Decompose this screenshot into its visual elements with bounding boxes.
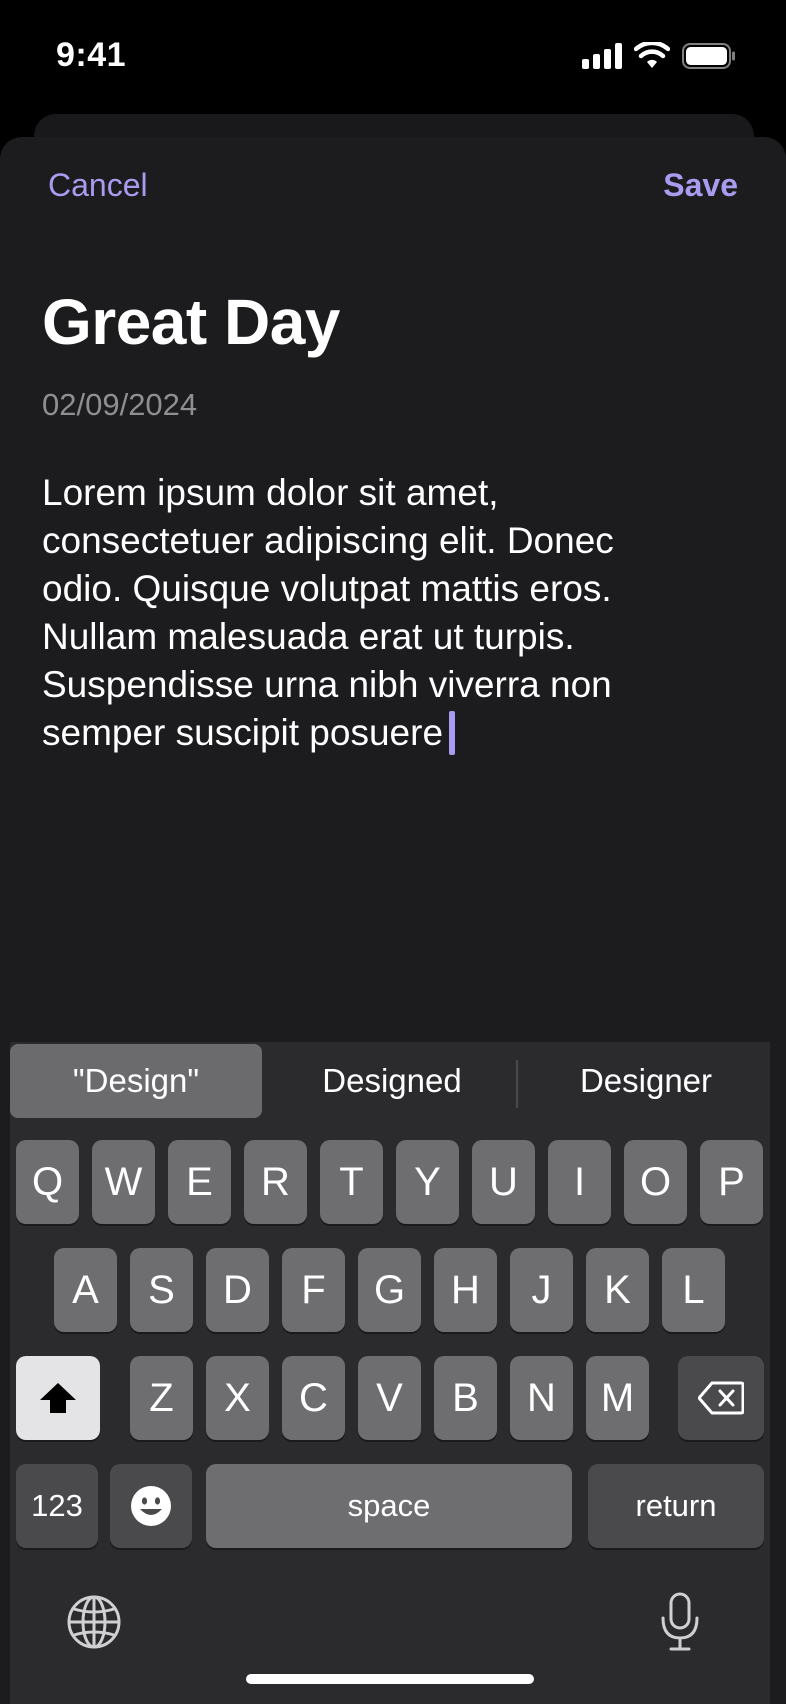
key-p[interactable]: P [700, 1140, 763, 1224]
key-r[interactable]: R [244, 1140, 307, 1224]
body-line-last: semper suscipit posuere [42, 709, 742, 757]
key-h[interactable]: H [434, 1248, 497, 1332]
body-line: Lorem ipsum dolor sit amet, [42, 472, 499, 513]
suggestion-divider [516, 1060, 518, 1108]
shift-icon [40, 1383, 76, 1413]
key-w[interactable]: W [92, 1140, 155, 1224]
wifi-icon [634, 42, 670, 68]
globe-icon[interactable] [66, 1594, 122, 1650]
key-c[interactable]: C [282, 1356, 345, 1440]
body-line: odio. Quisque volutpat mattis eros. [42, 568, 612, 609]
suggestion-designed[interactable]: Designed [272, 1044, 512, 1118]
key-i[interactable]: I [548, 1140, 611, 1224]
status-time: 9:41 [56, 36, 127, 74]
key-y[interactable]: Y [396, 1140, 459, 1224]
backspace-key[interactable] [678, 1356, 764, 1440]
key-l[interactable]: L [662, 1248, 725, 1332]
save-button[interactable]: Save [663, 167, 738, 204]
battery-icon [682, 43, 735, 69]
key-t[interactable]: T [320, 1140, 383, 1224]
return-key[interactable]: return [588, 1464, 764, 1548]
suggestion-bar: "Design" Designed Designer [10, 1042, 770, 1120]
suggestion-design[interactable]: "Design" [10, 1044, 262, 1118]
key-s[interactable]: S [130, 1248, 193, 1332]
shift-key[interactable] [16, 1356, 100, 1440]
numbers-key[interactable]: 123 [16, 1464, 98, 1548]
backspace-icon [698, 1381, 744, 1415]
status-icons [582, 42, 736, 70]
body-line: consectetuer adipiscing elit. Donec [42, 520, 614, 561]
keyboard: "Design" Designed Designer Q W E R T Y U… [10, 1042, 770, 1704]
microphone-icon[interactable] [660, 1592, 700, 1652]
key-n[interactable]: N [510, 1356, 573, 1440]
status-bar: 9:41 [0, 0, 786, 110]
key-v[interactable]: V [358, 1356, 421, 1440]
key-z[interactable]: Z [130, 1356, 193, 1440]
key-j[interactable]: J [510, 1248, 573, 1332]
key-g[interactable]: G [358, 1248, 421, 1332]
key-o[interactable]: O [624, 1140, 687, 1224]
key-a[interactable]: A [54, 1248, 117, 1332]
space-key[interactable]: space [206, 1464, 572, 1548]
key-e[interactable]: E [168, 1140, 231, 1224]
body-line: semper suscipit posuere [42, 712, 444, 753]
key-x[interactable]: X [206, 1356, 269, 1440]
cancel-button[interactable]: Cancel [48, 167, 148, 204]
body-line: Suspendisse urna nibh viverra non [42, 664, 612, 705]
emoji-icon [131, 1486, 171, 1526]
key-q[interactable]: Q [16, 1140, 79, 1224]
entry-date: 02/09/2024 [42, 387, 198, 422]
entry-body-textarea[interactable]: Lorem ipsum dolor sit amet, consectetuer… [42, 469, 742, 757]
suggestion-designer[interactable]: Designer [522, 1044, 770, 1118]
key-k[interactable]: K [586, 1248, 649, 1332]
body-line: Nullam malesuada erat ut turpis. [42, 616, 575, 657]
emoji-key[interactable] [110, 1464, 192, 1548]
key-f[interactable]: F [282, 1248, 345, 1332]
key-u[interactable]: U [472, 1140, 535, 1224]
key-b[interactable]: B [434, 1356, 497, 1440]
signal-icon [582, 43, 622, 69]
key-d[interactable]: D [206, 1248, 269, 1332]
entry-title[interactable]: Great Day [42, 285, 340, 359]
home-indicator[interactable] [246, 1674, 534, 1684]
key-m[interactable]: M [586, 1356, 649, 1440]
text-cursor [449, 711, 456, 755]
